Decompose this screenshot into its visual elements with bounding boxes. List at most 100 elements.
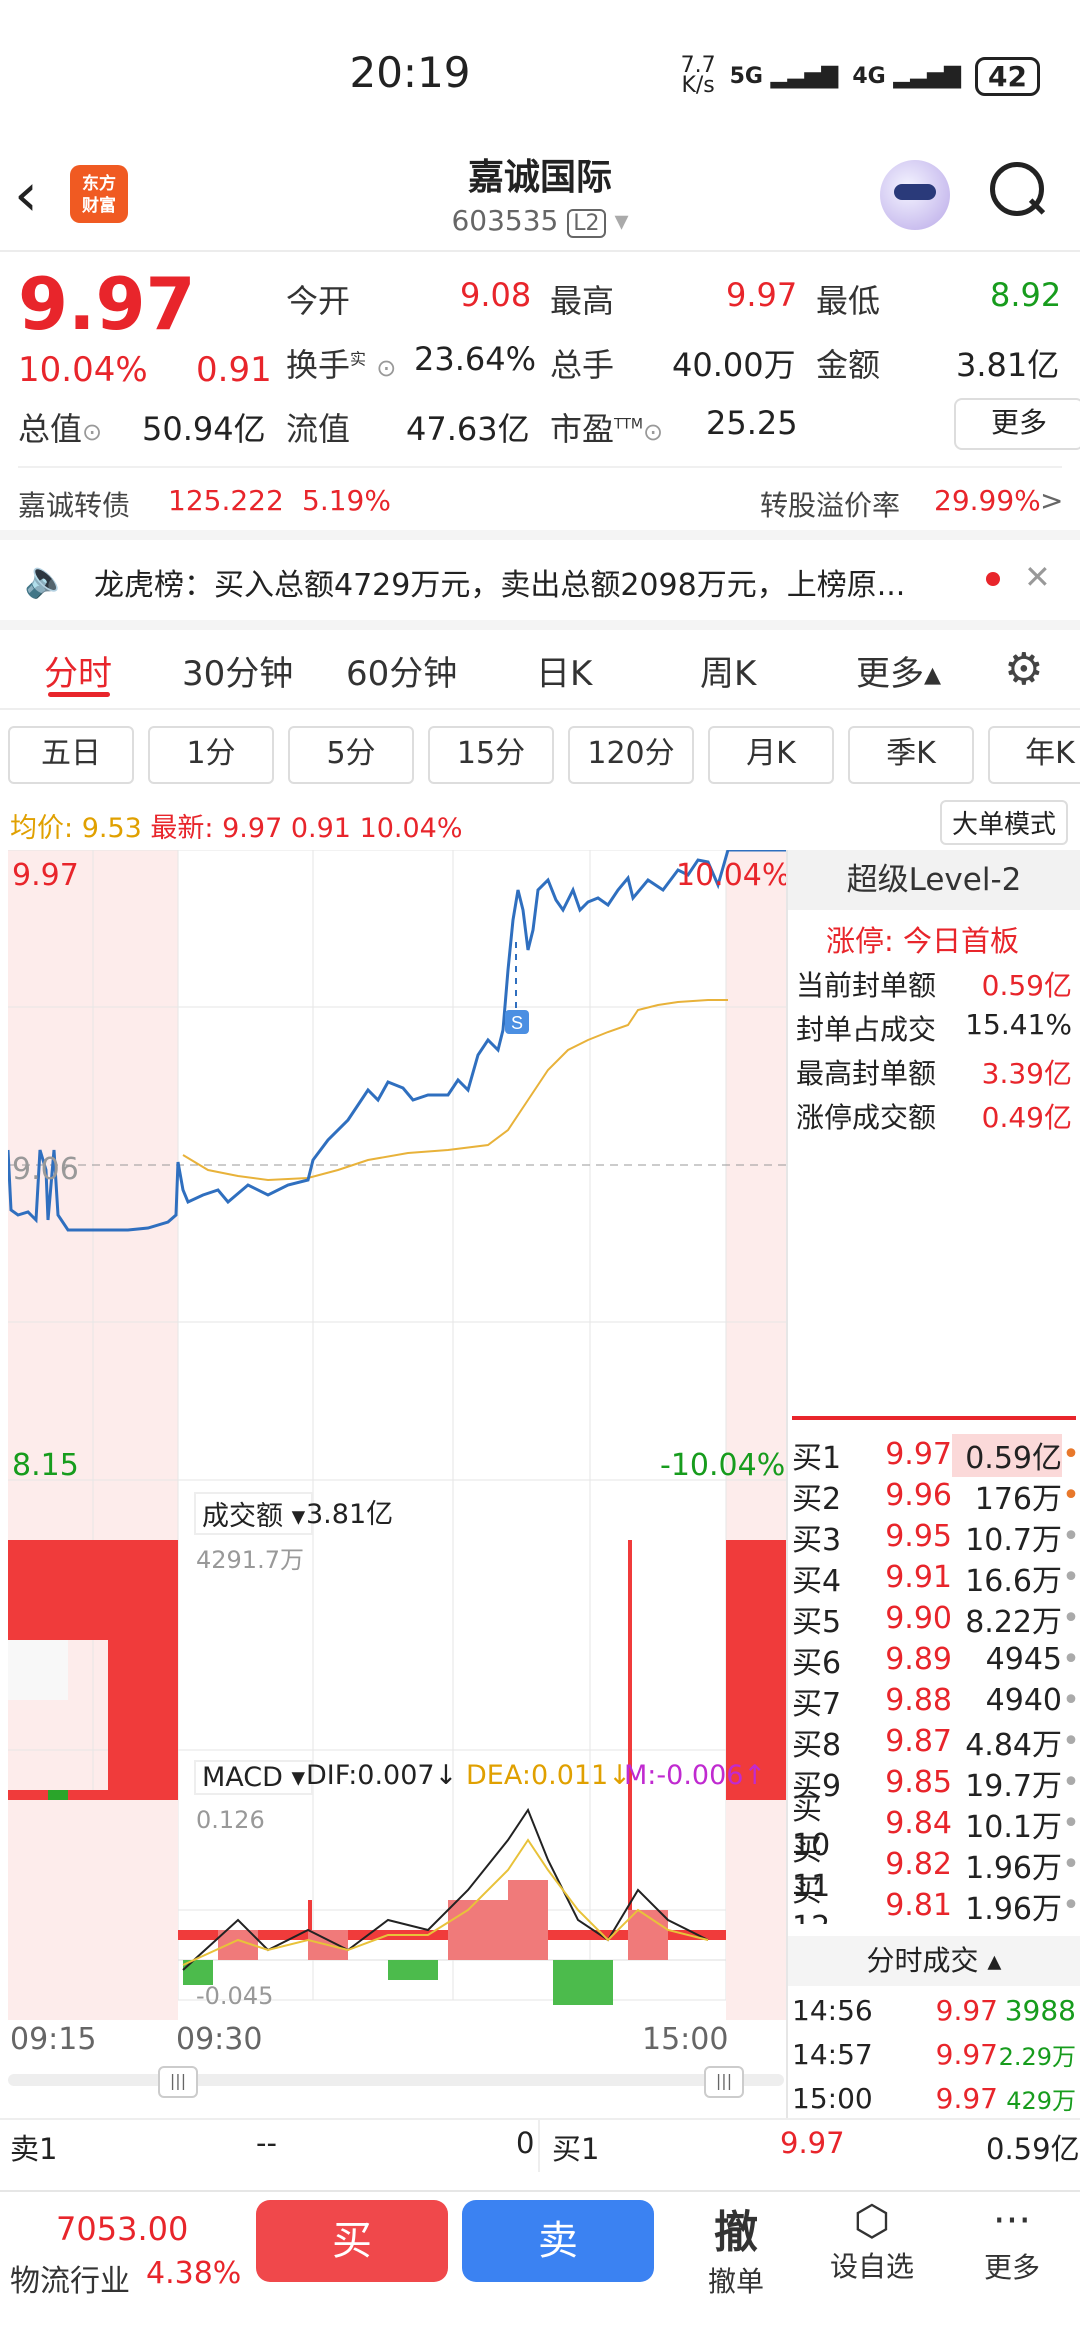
sector-index-value[interactable]: 7053.00	[56, 2210, 188, 2248]
macd-chart	[8, 1800, 786, 2010]
limit-label: 涨停:	[826, 924, 894, 958]
add-watchlist-label: 设自选	[829, 2250, 914, 2283]
macd-dropdown[interactable]: MACD ▾	[194, 1760, 314, 1795]
cancel-order-button[interactable]: 撤 撤单	[690, 2196, 782, 2300]
sector-pct: 4.38%	[146, 2256, 242, 2291]
tab-underline	[48, 692, 110, 697]
subtab-120min[interactable]: 120分	[568, 726, 694, 784]
bid-dot: •	[1062, 1519, 1080, 1554]
info-icon[interactable]: ⊙	[82, 418, 102, 446]
chevron-right-icon[interactable]: >	[1040, 484, 1063, 517]
trade-row: 14:57 9.97 2.29万	[792, 2032, 1076, 2076]
bid-row[interactable]: 买1 9.97 0.59亿 •	[792, 1434, 1080, 1477]
tab-30min[interactable]: 30分钟	[182, 646, 293, 695]
bid-vol: 16.6万	[965, 1563, 1062, 1599]
separator	[0, 530, 1080, 540]
divider	[538, 2120, 540, 2172]
tab-60min[interactable]: 60分钟	[346, 646, 457, 695]
subtab-15min[interactable]: 15分	[428, 726, 554, 784]
tab-more[interactable]: 更多▴	[856, 646, 941, 695]
bid-vol: 176万	[974, 1481, 1062, 1517]
gear-icon[interactable]: ⚙	[1004, 644, 1043, 695]
turnover-value: 23.64%	[414, 340, 537, 378]
subtab-monthly[interactable]: 月K	[708, 726, 834, 784]
l2-stat-label: 封单占成交	[796, 1013, 937, 1046]
stock-code: 603535	[451, 204, 559, 237]
subtab-5day[interactable]: 五日	[8, 726, 134, 784]
chart-top-price: 9.97	[12, 858, 79, 893]
l2-stat-label: 当前封单额	[796, 969, 937, 1002]
pe-sup: TTM	[614, 416, 643, 433]
trade-row: 14:56 9.97 3988	[792, 1988, 1076, 2032]
subtab-5min[interactable]: 5分	[288, 726, 414, 784]
bid-row[interactable]: 买5 9.90 8.22万 •	[792, 1598, 1080, 1640]
bid-dot: •	[1062, 1683, 1080, 1718]
bid-row[interactable]: 买6 9.89 4945 •	[792, 1639, 1080, 1681]
l2-stats: 当前封单额 0.59亿 封单占成交 15.41% 最高封单额 3.39亿 涨停成交额 0…	[796, 964, 1072, 1140]
volume-dropdown[interactable]: 成交额 ▾	[194, 1492, 314, 1535]
l2-stat-label: 最高封单额	[796, 1057, 937, 1090]
pe-label-text: 市盈	[550, 410, 615, 448]
bid-row[interactable]: 买7 9.88 4940 •	[792, 1680, 1080, 1722]
high-label: 最高	[550, 282, 615, 320]
bid-price: 9.95	[885, 1519, 952, 1554]
mktcap-label: 总值⊙	[18, 404, 102, 450]
limit-row: 涨停: 今日首板	[826, 918, 1019, 960]
tab-daily[interactable]: 日K	[536, 646, 592, 695]
bid-dot: •	[1062, 1601, 1080, 1636]
status-icons: 7.7 K/s 5G ▂▃▅▇ 4G ▂▃▅▇ 42	[681, 55, 1040, 97]
time-scrollbar[interactable]	[8, 2074, 784, 2086]
bid-row[interactable]: 买2 9.96 176万 •	[792, 1475, 1080, 1517]
cancel-icon: 撤	[714, 2207, 758, 2258]
sector-name[interactable]: 物流行业	[10, 2256, 130, 2300]
robot-avatar-icon[interactable]	[880, 160, 950, 230]
trades-title[interactable]: 分时成交 ▴	[788, 1936, 1080, 1986]
scroll-handle-left[interactable]: |||	[158, 2066, 198, 2098]
sell-button[interactable]: 卖	[462, 2200, 654, 2282]
bond-name[interactable]: 嘉诚转债	[18, 484, 130, 524]
float-value: 47.63亿	[406, 410, 530, 448]
l2-stat-label: 涨停成交额	[796, 1101, 937, 1134]
bid-list[interactable]: 买1 9.97 0.59亿 • 买2 9.96 176万 • 买3 9.95 10.7万 • 买4 9.9…	[792, 1434, 1080, 1924]
l2-stat-row: 当前封单额 0.59亿	[796, 964, 1072, 1008]
more-menu-button[interactable]: ··· 更多	[966, 2196, 1058, 2286]
bid-vol: 10.7万	[965, 1522, 1062, 1558]
bid-row[interactable]: 买4 9.91 16.6万 •	[792, 1557, 1080, 1599]
bid-row[interactable]: 买3 9.95 10.7万 •	[792, 1516, 1080, 1558]
bid-vol: 19.7万	[965, 1768, 1062, 1804]
notice-bar[interactable]: 🔈 龙虎榜：买入总额4729万元，卖出总额2098万元，上榜原... ✕	[0, 540, 1080, 620]
postmarket-shade	[726, 1800, 786, 2010]
subtab-quarterly[interactable]: 季K	[848, 726, 974, 784]
more-menu-label: 更多	[983, 2251, 1040, 2284]
low-label: 最低	[816, 282, 881, 320]
ellipsis-icon: ···	[992, 2198, 1032, 2244]
mktcap-value: 50.94亿	[142, 410, 266, 448]
big-order-mode-button[interactable]: 大单模式	[940, 800, 1069, 845]
bid-dot: •	[1062, 1560, 1080, 1595]
trade-time: 14:56	[792, 1993, 873, 2027]
trade-price: 9.97	[935, 1993, 998, 2027]
buy1-label: 买1	[552, 2132, 600, 2166]
scroll-handle-right[interactable]: |||	[704, 2066, 744, 2098]
tab-intraday[interactable]: 分时	[44, 646, 112, 695]
more-button[interactable]: 更多	[954, 398, 1080, 450]
subtab-1min[interactable]: 1分	[148, 726, 274, 784]
bid-vol: 4940	[985, 1683, 1062, 1718]
l2-title[interactable]: 超级Level-2	[788, 850, 1080, 910]
l2-stat-value: 3.39亿	[981, 1057, 1072, 1090]
bid-dot: •	[1062, 1437, 1080, 1472]
bid-row[interactable]: 买8 9.87 4.84万 •	[792, 1721, 1080, 1763]
bid-row[interactable]: 买12 9.81 1.96万•	[792, 1874, 1080, 1924]
current-price: 9.97	[18, 262, 196, 346]
buy-button[interactable]: 买	[256, 2200, 448, 2282]
info-icon[interactable]: ⊙	[643, 418, 663, 446]
subtab-yearly[interactable]: 年K	[988, 726, 1080, 784]
tab-weekly[interactable]: 周K	[700, 646, 756, 695]
close-icon[interactable]: ✕	[1024, 558, 1051, 596]
volume-value: 40.00万	[672, 346, 796, 384]
macd-bar	[553, 1960, 613, 2005]
signal-4g-icon: 4G ▂▃▅▇	[852, 63, 962, 89]
bid-vol: 1.96万	[965, 1850, 1062, 1886]
add-watchlist-button[interactable]: ⬡ 设自选	[820, 2196, 924, 2285]
info-icon[interactable]: ⊙	[376, 354, 396, 382]
